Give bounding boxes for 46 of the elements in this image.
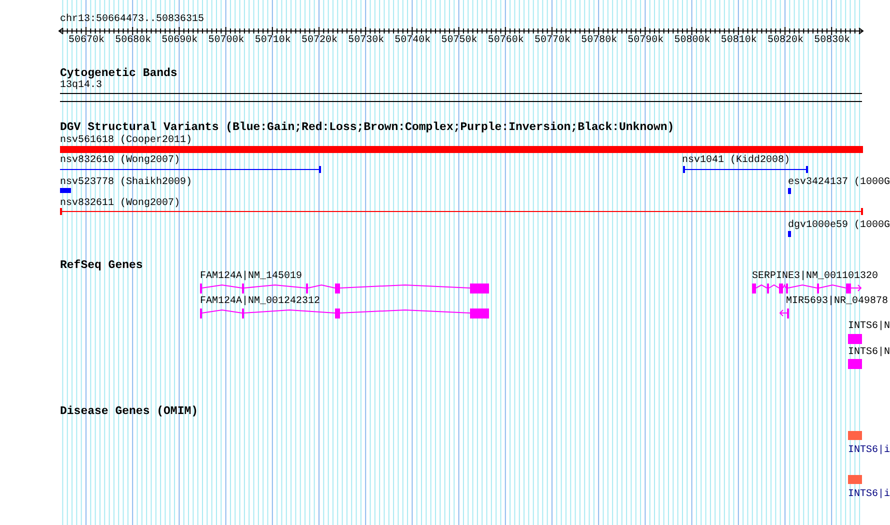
ruler-tick-label: 50700k <box>208 35 244 46</box>
track-title: Cytogenetic Bands <box>60 67 178 80</box>
position-label: chr13:50664473..50836315 <box>60 14 204 25</box>
gene-label: INTS6|N <box>848 321 890 332</box>
disease-gene-link[interactable]: INTS6|i <box>848 489 890 500</box>
variant-label: nsv832610 (Wong2007) <box>60 155 180 166</box>
gene-label: SERPINE3|NM_001101320 <box>752 271 878 282</box>
ruler-tick-label: 50740k <box>394 35 431 46</box>
disease-gene-block <box>848 475 862 484</box>
ruler-tick-label: 50720k <box>302 35 338 46</box>
ruler-tick-label: 50770k <box>534 35 570 46</box>
ruler-tick-label: 50820k <box>768 35 804 46</box>
disease-gene-block <box>848 431 862 440</box>
variant-label: nsv832611 (Wong2007) <box>60 198 180 209</box>
ruler-tick-label: 50710k <box>254 35 291 46</box>
variant-feature <box>60 188 71 193</box>
ruler-tick-label: 50670k <box>68 35 104 46</box>
exon-block <box>848 334 862 344</box>
exon-block <box>848 359 862 369</box>
ruler-tick-label: 50830k <box>814 35 850 46</box>
variant-label: dgv1000e59 (1000G <box>788 220 890 231</box>
ruler-tick-label: 50750k <box>441 35 478 46</box>
gene-label: MIR5693|NR_049878 <box>786 296 888 307</box>
gene-label: FAM124A|NM_001242312 <box>200 296 320 307</box>
gene-label: FAM124A|NM_145019 <box>200 271 302 282</box>
ruler-tick-label: 50780k <box>581 35 618 46</box>
variant-label: nsv1041 (Kidd2008) <box>682 155 790 166</box>
gene-label: INTS6|N <box>848 347 890 358</box>
disease-gene-link[interactable]: INTS6|i <box>848 445 890 456</box>
variant-label: nsv561618 (Cooper2011) <box>60 135 192 146</box>
variant-feature <box>788 188 791 195</box>
ruler-tick-label: 50680k <box>115 35 152 46</box>
ruler-tick-label: 50730k <box>348 35 384 46</box>
variant-feature <box>788 231 791 238</box>
track-title: DGV Structural Variants (Blue:Gain;Red:Loss;Brown:Complex;Purple:Inversion;Black:Unknown) <box>60 121 674 134</box>
ruler-tick-label: 50790k <box>628 35 664 46</box>
track-title: Disease Genes (OMIM) <box>60 405 198 418</box>
ruler-tick-label: 50800k <box>674 35 710 46</box>
ruler-tick-label: 50690k <box>162 35 198 46</box>
gene-model-drawing <box>779 308 791 319</box>
band-label: 13q14.3 <box>60 80 102 91</box>
track-title: RefSeq Genes <box>60 259 143 272</box>
ruler-tick-label: 50810k <box>720 35 757 46</box>
variant-label: nsv523778 (Shaikh2009) <box>60 177 192 188</box>
variant-label: esv3424137 (1000G <box>788 177 890 188</box>
ruler-tick-label: 50760k <box>488 35 524 46</box>
